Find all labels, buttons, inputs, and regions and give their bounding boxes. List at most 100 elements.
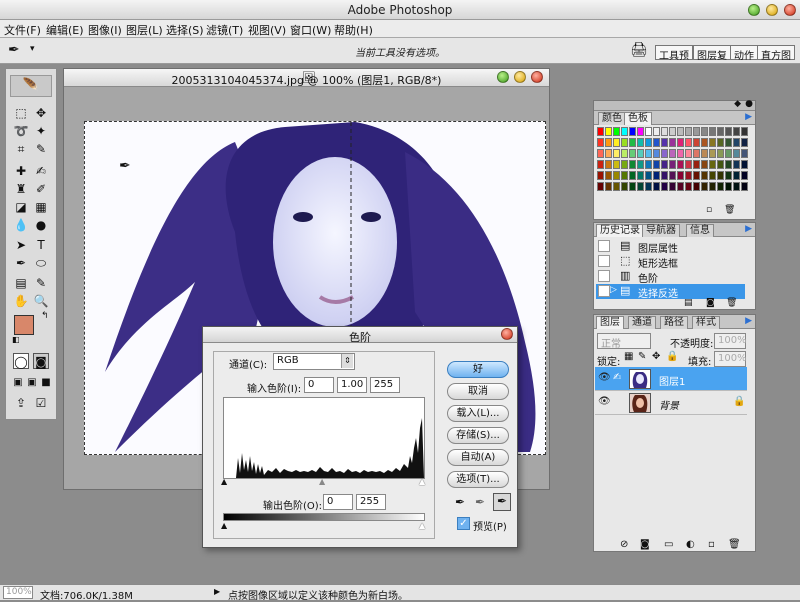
- panel-drag-bar[interactable]: ◆ ●: [594, 99, 755, 111]
- new-set-icon[interactable]: ▭: [664, 539, 673, 550]
- path-selection-tool-icon[interactable]: ➤: [13, 237, 29, 253]
- zoom-tool-icon[interactable]: 🔍: [33, 293, 49, 309]
- tab-layers[interactable]: 图层: [596, 316, 624, 329]
- swatch-cell[interactable]: [685, 127, 692, 136]
- input-gamma-field[interactable]: 1.00: [337, 377, 367, 393]
- swatch-cell[interactable]: [685, 160, 692, 169]
- magic-wand-tool-icon[interactable]: ✦: [33, 123, 49, 139]
- swatch-cell[interactable]: [597, 138, 604, 147]
- swatch-cell[interactable]: [669, 149, 676, 158]
- history-source-checkbox[interactable]: [598, 270, 610, 282]
- palette-well-icon[interactable]: 🖨: [630, 42, 648, 58]
- swatch-cell[interactable]: [645, 138, 652, 147]
- swatch-cell[interactable]: [669, 127, 676, 136]
- swatch-cell[interactable]: [669, 182, 676, 191]
- menu-file[interactable]: 文件(F): [4, 22, 41, 38]
- foreground-color-swatch[interactable]: [14, 315, 34, 335]
- tab-swatches[interactable]: 色板: [624, 112, 652, 125]
- swatch-cell[interactable]: [717, 149, 724, 158]
- pen-tool-icon[interactable]: ✒: [13, 255, 29, 271]
- palette-tab-tool-presets[interactable]: 工具预: [655, 45, 693, 62]
- swatch-cell[interactable]: [597, 127, 604, 136]
- brush-tool-icon[interactable]: ✍: [33, 163, 49, 179]
- ok-button[interactable]: 好: [447, 361, 509, 378]
- blur-tool-icon[interactable]: 💧: [13, 217, 29, 233]
- palette-tab-layer-comps[interactable]: 图层复: [693, 45, 731, 62]
- lock-all-icon[interactable]: 🔒: [666, 351, 678, 362]
- new-adjustment-layer-icon[interactable]: ◐: [686, 539, 695, 550]
- lock-position-icon[interactable]: ✥: [652, 351, 660, 362]
- menu-filter[interactable]: 滤镜(T): [206, 22, 243, 38]
- history-item-layer-properties[interactable]: ▤ 图层属性: [596, 239, 745, 255]
- swatch-cell[interactable]: [645, 171, 652, 180]
- visibility-eye-icon[interactable]: 👁: [598, 396, 611, 407]
- tab-styles[interactable]: 样式: [692, 316, 720, 329]
- status-menu-arrow-icon[interactable]: ▶: [214, 587, 220, 596]
- swatch-cell[interactable]: [661, 160, 668, 169]
- swatch-cell[interactable]: [677, 149, 684, 158]
- swatch-cell[interactable]: [677, 182, 684, 191]
- swatch-cell[interactable]: [637, 138, 644, 147]
- swatch-cell[interactable]: [733, 149, 740, 158]
- history-item-select-inverse[interactable]: ▷ ▤ 选择反选: [596, 284, 745, 300]
- output-black-field[interactable]: 0: [323, 494, 353, 510]
- menu-window[interactable]: 窗口(W): [290, 22, 331, 38]
- menu-layer[interactable]: 图层(L): [126, 22, 163, 38]
- feather-logo-icon[interactable]: 🪶: [10, 75, 52, 97]
- dodge-tool-icon[interactable]: ●: [33, 217, 49, 233]
- swatch-cell[interactable]: [709, 138, 716, 147]
- swatch-cell[interactable]: [685, 171, 692, 180]
- opacity-field[interactable]: 100%: [714, 333, 747, 349]
- marquee-tool-icon[interactable]: ⬚: [13, 105, 29, 121]
- swatch-cell[interactable]: [701, 182, 708, 191]
- swatch-cell[interactable]: [613, 149, 620, 158]
- swatch-cell[interactable]: [629, 171, 636, 180]
- history-item-levels[interactable]: ▥ 色阶: [596, 269, 745, 285]
- crop-tool-icon[interactable]: ⌗: [13, 141, 29, 157]
- swatch-cell[interactable]: [661, 138, 668, 147]
- output-white-field[interactable]: 255: [356, 494, 386, 510]
- swatch-cell[interactable]: [693, 171, 700, 180]
- eyedropper-tool-icon[interactable]: ✎: [33, 275, 49, 291]
- swatch-cell[interactable]: [669, 171, 676, 180]
- swatch-cell[interactable]: [597, 149, 604, 158]
- add-layer-style-icon[interactable]: ⊘: [620, 539, 628, 550]
- swatch-cell[interactable]: [717, 160, 724, 169]
- white-eyedropper-icon[interactable]: ✒: [493, 493, 511, 511]
- swatch-cell[interactable]: [693, 127, 700, 136]
- swatch-cell[interactable]: [661, 149, 668, 158]
- swatch-cell[interactable]: [597, 182, 604, 191]
- swatch-cell[interactable]: [677, 160, 684, 169]
- swatch-cell[interactable]: [669, 138, 676, 147]
- quick-mask-mode-icon[interactable]: ◙: [33, 353, 49, 369]
- output-white-slider-icon[interactable]: ▲: [419, 521, 425, 530]
- history-source-checkbox[interactable]: [598, 285, 610, 297]
- black-eyedropper-icon[interactable]: ✒: [455, 495, 465, 509]
- new-document-from-state-icon[interactable]: ▤: [684, 298, 693, 308]
- cancel-button[interactable]: 取消: [447, 383, 509, 400]
- delete-swatch-icon[interactable]: 🗑: [724, 205, 735, 215]
- tab-color[interactable]: 颜色: [598, 112, 626, 125]
- preview-checkbox[interactable]: ✓: [457, 517, 470, 530]
- swatch-cell[interactable]: [613, 182, 620, 191]
- swatch-cell[interactable]: [701, 138, 708, 147]
- tab-paths[interactable]: 路径: [660, 316, 688, 329]
- swatch-cell[interactable]: [685, 138, 692, 147]
- save-button[interactable]: 存储(S)...: [447, 427, 509, 444]
- swatch-cell[interactable]: [677, 138, 684, 147]
- swatch-cell[interactable]: [645, 182, 652, 191]
- move-tool-icon[interactable]: ✥: [33, 105, 49, 121]
- swatch-cell[interactable]: [653, 127, 660, 136]
- swatch-cell[interactable]: [653, 138, 660, 147]
- new-layer-icon[interactable]: ▫: [708, 539, 715, 550]
- swap-colors-icon[interactable]: ↰: [41, 311, 49, 321]
- swatch-cell[interactable]: [725, 127, 732, 136]
- blend-mode-select[interactable]: 正常: [597, 333, 651, 350]
- swatch-cell[interactable]: [733, 160, 740, 169]
- swatch-cell[interactable]: [741, 182, 748, 191]
- minimize-window-button[interactable]: [766, 4, 778, 16]
- swatch-cell[interactable]: [725, 171, 732, 180]
- layer-row-background[interactable]: 👁 背景 🔒: [595, 391, 747, 415]
- input-white-slider-icon[interactable]: ▲: [419, 477, 425, 486]
- swatch-cell[interactable]: [725, 160, 732, 169]
